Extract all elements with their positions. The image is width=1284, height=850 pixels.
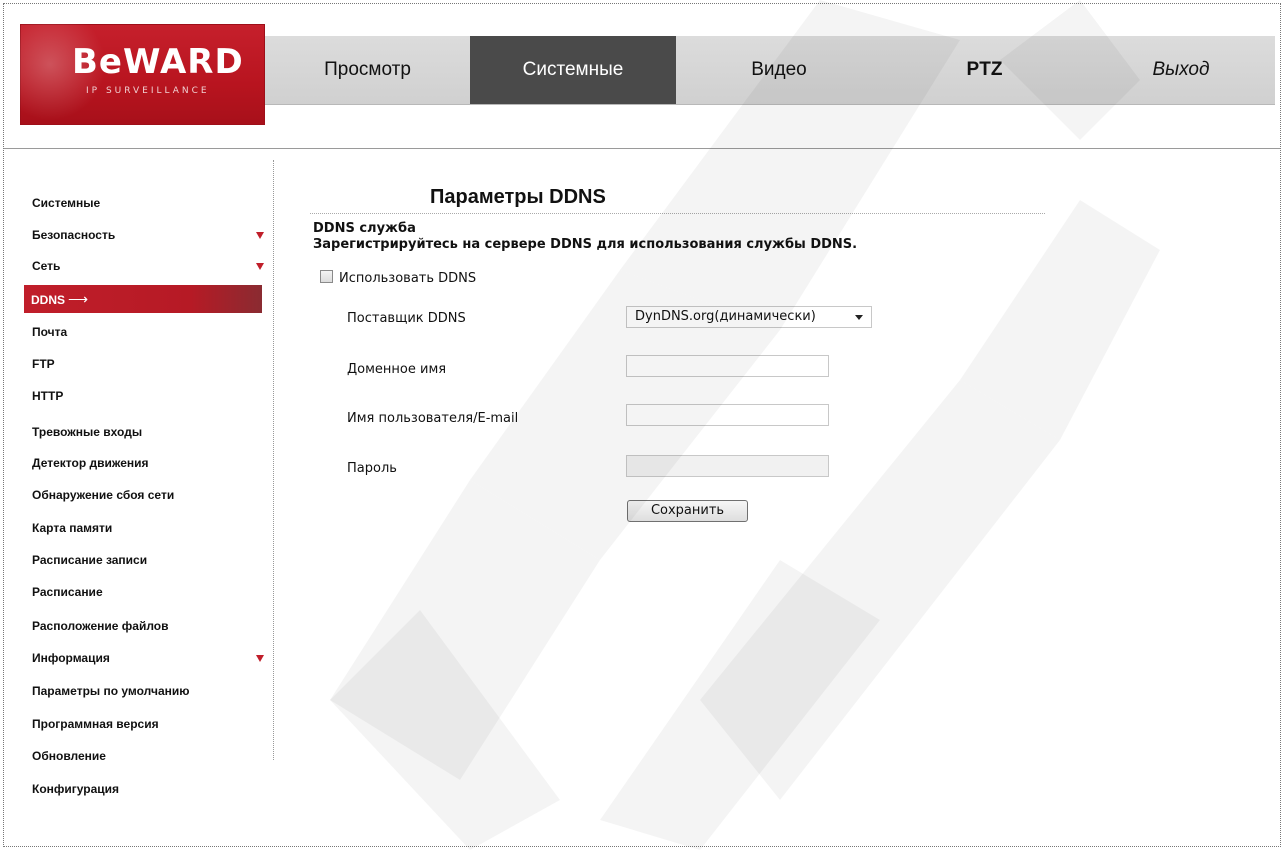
nav-ptz[interactable]: PTZ <box>882 36 1087 104</box>
use-ddns-checkbox[interactable] <box>320 270 333 283</box>
provider-label: Поставщик DDNS <box>347 311 466 326</box>
page-title: Параметры DDNS <box>430 186 606 208</box>
header-divider <box>4 148 1280 149</box>
sidebar-item-label: Почта <box>32 325 68 339</box>
sidebar-item-label: Безопасность <box>32 228 116 242</box>
username-label: Имя пользователя/E-mail <box>347 411 519 426</box>
nav-video[interactable]: Видео <box>676 36 882 104</box>
sidebar-item-label: HTTP <box>32 389 64 403</box>
provider-select[interactable]: DynDNS.org(динамически) <box>626 306 872 328</box>
sidebar-item-label: Обновление <box>32 749 106 763</box>
sidebar-item-label: Конфигурация <box>32 782 120 796</box>
use-ddns-row: Использовать DDNS <box>320 270 476 288</box>
sidebar-item-label: Системные <box>32 196 101 210</box>
sidebar-item-firmware-version[interactable]: Программная версия <box>28 710 268 738</box>
sidebar-item-ftp[interactable]: FTP <box>28 350 268 378</box>
sidebar-item-label: Расписание записи <box>32 553 148 567</box>
section-description: Зарегистрируйтесь на сервере DDNS для ис… <box>313 237 858 252</box>
save-button[interactable]: Сохранить <box>627 500 748 522</box>
logo-subtitle: IP SURVEILLANCE <box>86 86 210 96</box>
sidebar-item-defaults[interactable]: Параметры по умолчанию <box>28 677 268 705</box>
sidebar-item-mail[interactable]: Почта <box>28 318 268 346</box>
sidebar-item-update[interactable]: Обновление <box>28 742 268 770</box>
provider-value: DynDNS.org(динамически) <box>635 309 816 324</box>
sidebar-item-label: DDNS <box>31 293 66 307</box>
section-title: DDNS служба <box>313 221 416 236</box>
password-label: Пароль <box>347 461 397 476</box>
sidebar-item-label: Тревожные входы <box>32 425 143 439</box>
chevron-down-icon <box>855 315 863 320</box>
domain-label: Доменное имя <box>347 362 447 377</box>
sidebar-item-configuration[interactable]: Конфигурация <box>28 775 268 803</box>
right-arrow-icon: ⟶ <box>68 291 89 307</box>
sidebar-item-system[interactable]: Системные <box>28 189 268 217</box>
brand-logo[interactable]: BeWARD IP SURVEILLANCE <box>20 24 265 125</box>
expand-arrow-icon <box>256 655 264 662</box>
domain-input[interactable] <box>626 355 829 377</box>
sidebar-item-label: Обнаружение сбоя сети <box>32 488 175 502</box>
logo-text: BeWARD <box>72 42 244 82</box>
username-input[interactable] <box>626 404 829 426</box>
sidebar-item-memory-card[interactable]: Карта памяти <box>28 514 268 542</box>
sidebar-item-alarm-inputs[interactable]: Тревожные входы <box>28 418 268 446</box>
sidebar-item-record-schedule[interactable]: Расписание записи <box>28 546 268 574</box>
sidebar-item-motion-detector[interactable]: Детектор движения <box>28 449 268 477</box>
sidebar-item-ddns[interactable]: DDNS ⟶ <box>24 285 262 313</box>
sidebar-divider <box>273 160 274 760</box>
password-input[interactable] <box>626 455 829 477</box>
sidebar-item-label: Информация <box>32 651 110 665</box>
sidebar-item-http[interactable]: HTTP <box>28 382 268 410</box>
sidebar-item-label: Расписание <box>32 585 103 599</box>
sidebar-item-network-failure[interactable]: Обнаружение сбоя сети <box>28 481 268 509</box>
sidebar-item-label: Детектор движения <box>32 456 149 470</box>
title-divider <box>310 213 1045 214</box>
sidebar-item-label: Расположение файлов <box>32 619 169 633</box>
sidebar-item-security[interactable]: Безопасность <box>28 221 268 249</box>
expand-arrow-icon <box>256 232 264 239</box>
sidebar-item-label: Программная версия <box>32 717 159 731</box>
sidebar-item-schedule[interactable]: Расписание <box>28 578 268 606</box>
sidebar-item-network[interactable]: Сеть <box>28 252 268 280</box>
nav-system[interactable]: Системные <box>470 36 676 104</box>
top-nav: Просмотр Системные Видео PTZ Выход <box>265 36 1275 105</box>
sidebar-item-file-location[interactable]: Расположение файлов <box>28 612 268 640</box>
sidebar-item-label: FTP <box>32 357 55 371</box>
nav-logout[interactable]: Выход <box>1087 36 1275 104</box>
sidebar-item-info[interactable]: Информация <box>28 644 268 672</box>
sidebar-item-label: Карта памяти <box>32 521 113 535</box>
nav-view[interactable]: Просмотр <box>265 36 470 104</box>
use-ddns-label: Использовать DDNS <box>339 271 477 286</box>
expand-arrow-icon <box>256 263 264 270</box>
sidebar-item-label: Параметры по умолчанию <box>32 684 190 698</box>
sidebar-item-label: Сеть <box>32 259 61 273</box>
